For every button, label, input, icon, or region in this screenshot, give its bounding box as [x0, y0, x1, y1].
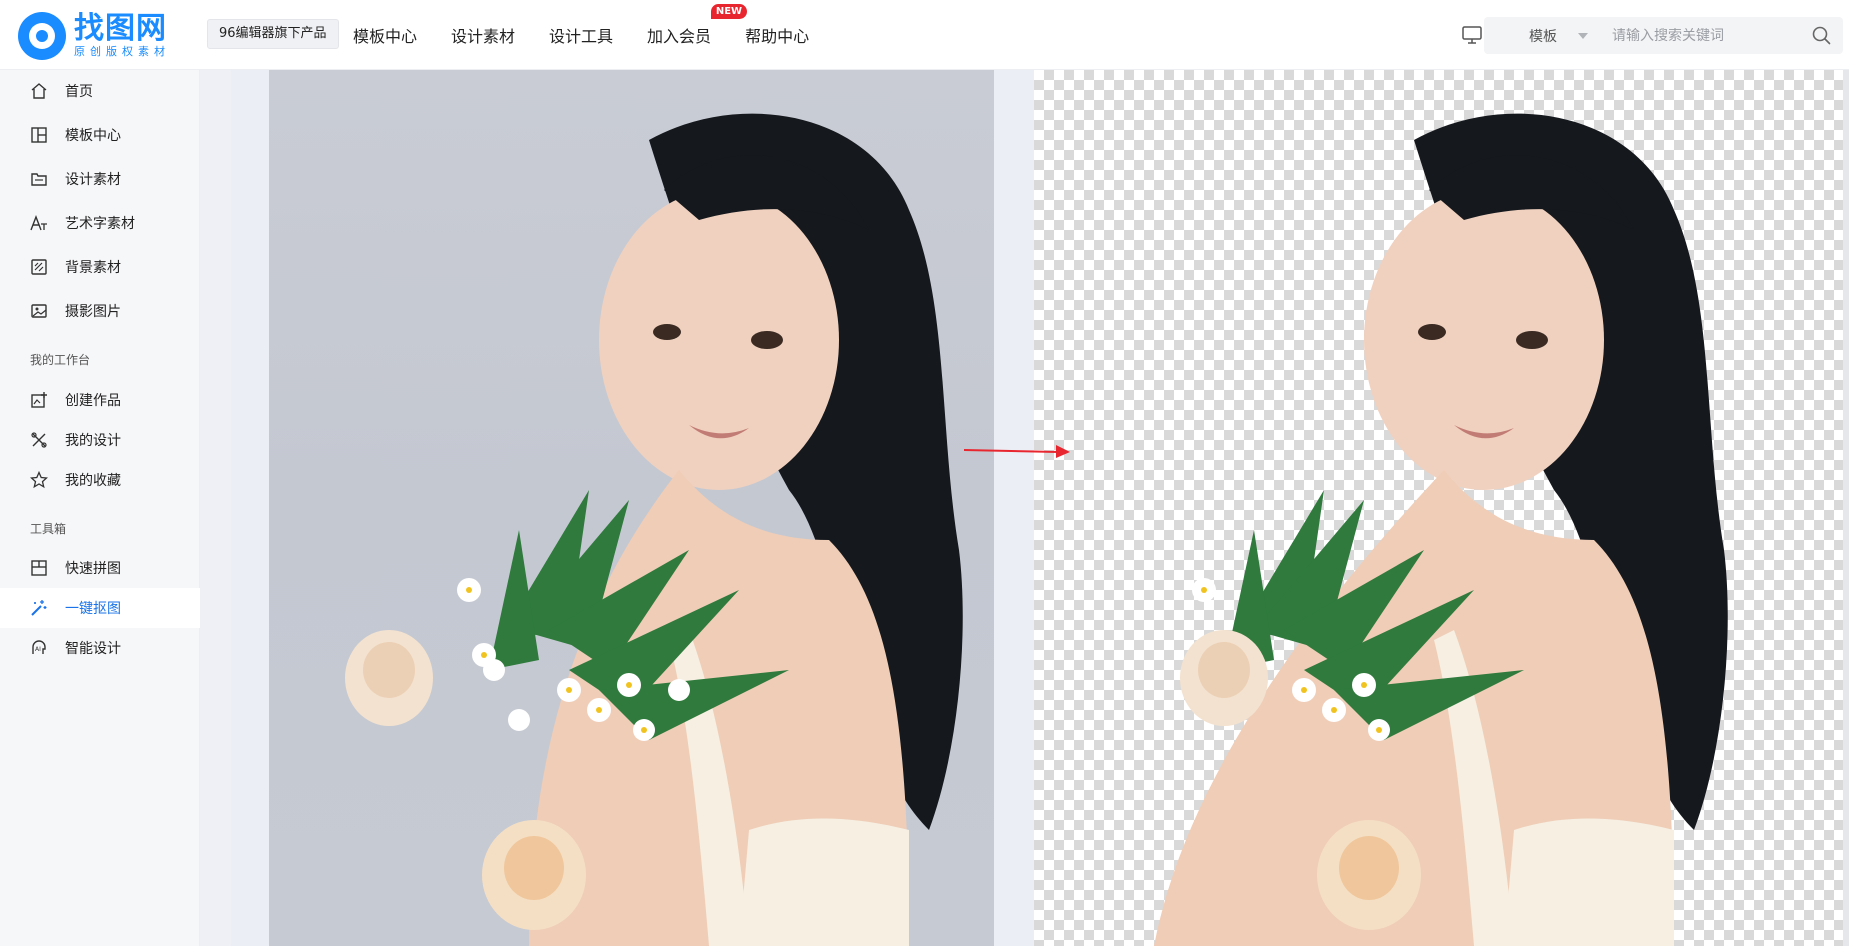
nav-item-tools[interactable]: 设计工具 [549, 23, 613, 47]
ai-design-icon: AI [32, 640, 46, 654]
photo-icon [31, 304, 47, 318]
original-photo [269, 70, 994, 946]
create-icon [31, 392, 47, 408]
sidebar-item-photos[interactable]: 摄影图片 [0, 291, 200, 331]
logo-title: 找图网 [74, 11, 167, 46]
workspace-title: 我的工作台 [30, 353, 91, 367]
magic-wand-icon [31, 600, 47, 616]
sidebar-item-templates[interactable]: 模板中心 [0, 115, 200, 155]
logo[interactable]: 找图网 原创版权素材 [18, 12, 170, 60]
nav-item-help[interactable]: 帮助中心 [745, 23, 809, 47]
nav-item-materials[interactable]: 设计素材 [451, 23, 515, 47]
svg-text:AI: AI [35, 646, 41, 653]
main-nav: 模板中心 设计素材 设计工具 加入会员 NEW 帮助中心 [353, 0, 843, 70]
design-icon [31, 432, 47, 448]
search-input[interactable] [1612, 27, 1792, 44]
toolbox-title: 工具箱 [30, 522, 67, 536]
sidebar-item-favorites[interactable]: 我的收藏 [0, 460, 200, 500]
home-icon [31, 83, 47, 99]
caret-down-icon [1578, 33, 1588, 39]
sidebar-item-create[interactable]: 创建作品 [0, 380, 200, 420]
nav-item-templates[interactable]: 模板中心 [353, 23, 417, 47]
sidebar-item-ai-design[interactable]: AI 智能设计 [0, 628, 200, 668]
new-badge: NEW [710, 4, 748, 19]
sidebar-item-home[interactable]: 首页 [0, 71, 200, 111]
top-bar: 找图网 原创版权素材 96编辑器旗下产品 模板中心 设计素材 设计工具 加入会员… [0, 0, 1849, 70]
collage-icon [31, 560, 47, 576]
logo-icon [18, 12, 66, 60]
background-icon [31, 259, 47, 275]
sidebar: 首页 模板中心 设计素材 艺术字素材 背景素材 摄影图片 我的工作台 创建作品 … [0, 70, 200, 946]
star-icon [30, 471, 48, 489]
material-icon [31, 173, 47, 186]
cutout-result-photo [1034, 70, 1849, 946]
search-bar: 模板 [1484, 17, 1843, 54]
search-type-select[interactable]: 模板 [1484, 17, 1602, 54]
nav-item-membership-label: 加入会员 [647, 27, 712, 46]
logo-subtitle: 原创版权素材 [74, 45, 170, 58]
sidebar-item-my-designs[interactable]: 我的设计 [0, 420, 200, 460]
template-icon [31, 127, 47, 143]
art-font-icon [30, 215, 47, 231]
nav-item-membership[interactable]: 加入会员 NEW [647, 4, 748, 47]
sidebar-item-cutout[interactable]: 一键抠图 [0, 588, 200, 628]
monitor-icon[interactable] [1462, 26, 1482, 48]
product-tag[interactable]: 96编辑器旗下产品 [207, 19, 339, 49]
sidebar-item-collage[interactable]: 快速拼图 [0, 548, 200, 588]
red-arrow-icon [962, 441, 1072, 465]
scrollbar[interactable] [1843, 70, 1849, 946]
search-icon[interactable] [1812, 26, 1831, 49]
sidebar-item-art-font[interactable]: 艺术字素材 [0, 203, 200, 243]
search-type-label: 模板 [1529, 28, 1557, 45]
sidebar-item-materials[interactable]: 设计素材 [0, 159, 200, 199]
sidebar-item-background[interactable]: 背景素材 [0, 247, 200, 287]
